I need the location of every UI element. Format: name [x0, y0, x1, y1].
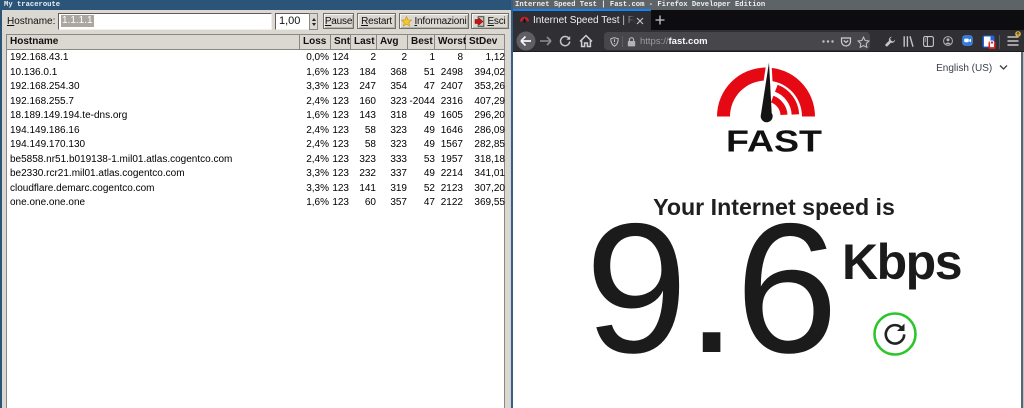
svg-text:FAST: FAST [726, 124, 822, 158]
